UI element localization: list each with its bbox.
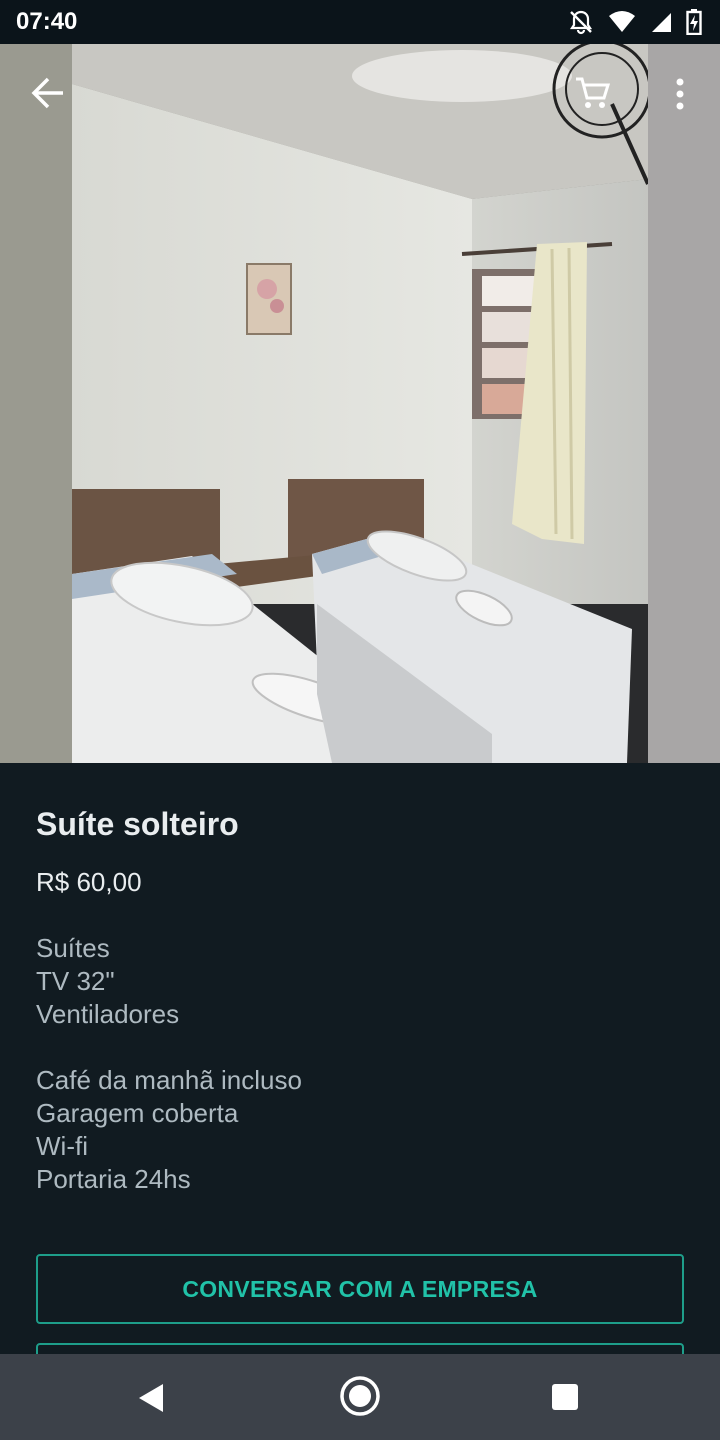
signal-icon xyxy=(650,11,672,33)
chat-with-business-label: CONVERSAR COM A EMPRESA xyxy=(182,1275,538,1302)
nav-home-icon[interactable] xyxy=(338,1374,382,1423)
product-photo[interactable] xyxy=(0,44,720,763)
status-icons xyxy=(568,9,702,35)
bell-off-icon xyxy=(568,9,594,35)
description-line: Ventiladores xyxy=(36,999,180,1029)
system-nav-bar xyxy=(0,1354,720,1440)
product-description: Suítes TV 32" Ventiladores Café da manhã… xyxy=(36,932,684,1196)
product-price: R$ 60,00 xyxy=(36,867,142,897)
room-photo xyxy=(72,44,648,763)
back-arrow-icon[interactable] xyxy=(30,76,66,115)
description-line: Café da manhã incluso xyxy=(36,1065,302,1095)
product-details: Suíte solteiro R$ 60,00 Suítes TV 32" Ve… xyxy=(36,790,684,1196)
wifi-icon xyxy=(608,10,636,34)
nav-recents-icon[interactable] xyxy=(551,1383,579,1416)
product-title: Suíte solteiro xyxy=(36,806,239,842)
shopping-cart-icon[interactable] xyxy=(574,76,611,115)
description-line: Garagem coberta xyxy=(36,1098,239,1128)
photo-next-peek xyxy=(648,44,720,763)
nav-back-icon[interactable] xyxy=(136,1382,166,1419)
description-line: TV 32" xyxy=(36,966,115,996)
description-line: Wi-fi xyxy=(36,1131,88,1161)
status-bar: 07:40 xyxy=(0,0,720,44)
chat-with-business-button[interactable]: CONVERSAR COM A EMPRESA xyxy=(36,1254,684,1324)
description-line: Suítes xyxy=(36,933,110,963)
status-time: 07:40 xyxy=(16,8,78,35)
photo-prev-peek xyxy=(0,44,72,763)
battery-charging-icon xyxy=(686,9,702,35)
more-vertical-icon[interactable] xyxy=(672,78,688,115)
description-line: Portaria 24hs xyxy=(36,1164,191,1194)
